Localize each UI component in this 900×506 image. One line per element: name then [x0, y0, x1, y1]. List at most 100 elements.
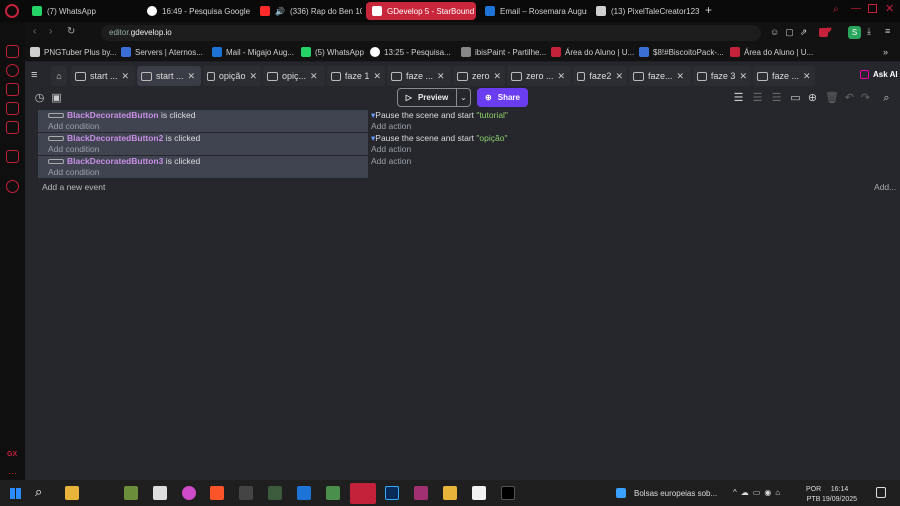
- heart-icon[interactable]: ♥: [826, 25, 832, 36]
- tab-scene[interactable]: faze... ✕: [629, 66, 691, 86]
- game-icon[interactable]: [153, 486, 167, 500]
- close-tab-icon[interactable]: ✕: [493, 71, 501, 82]
- document-icon[interactable]: [472, 486, 486, 500]
- gaming-icon[interactable]: [6, 45, 19, 58]
- close-tab-icon[interactable]: ✕: [122, 71, 130, 82]
- redo-icon[interactable]: ↷: [859, 92, 872, 105]
- action-line[interactable]: ▾Pause the scene and start "opição": [371, 133, 508, 144]
- instagram-icon[interactable]: [6, 102, 19, 115]
- event-row[interactable]: BlackDecoratedButton2 is clicked Add con…: [38, 133, 898, 155]
- actions-area[interactable]: ▾Pause the scene and start "tutorial" Ad…: [371, 110, 891, 132]
- windows-start-icon[interactable]: [10, 488, 21, 499]
- notification-icon[interactable]: [876, 487, 886, 498]
- close-tab-icon[interactable]: ✕: [188, 71, 196, 82]
- add-action-link[interactable]: Add action: [371, 121, 411, 131]
- tab-scene[interactable]: start ... ✕: [71, 66, 135, 86]
- hamburger-icon[interactable]: ≡: [31, 69, 37, 81]
- news-icon[interactable]: [616, 488, 626, 498]
- tab-scene[interactable]: zero ✕: [453, 66, 505, 86]
- close-tab-icon[interactable]: ✕: [558, 71, 566, 82]
- add-new-event-link[interactable]: Add a new event: [42, 182, 105, 192]
- twitch-icon[interactable]: [6, 150, 19, 163]
- tab-scene[interactable]: opiç... ✕: [263, 66, 325, 86]
- actions-area[interactable]: ▾Pause the scene and start "opição" Add …: [371, 133, 891, 155]
- more-bookmarks-icon[interactable]: »: [883, 47, 888, 57]
- opera-logo-icon[interactable]: [5, 4, 19, 18]
- profile-avatar[interactable]: S: [848, 26, 861, 39]
- photoshop-icon[interactable]: [385, 486, 399, 500]
- bookmark-item[interactable]: 13:25 - Pesquisa...: [370, 47, 456, 57]
- tab-scene[interactable]: zero ... ✕: [507, 66, 571, 86]
- new-tab-icon[interactable]: +: [705, 3, 712, 17]
- tab-scene[interactable]: faze2 ✕: [573, 66, 627, 86]
- tab-scene-active[interactable]: start ... ✕: [137, 66, 201, 86]
- add-action-link[interactable]: Add action: [371, 156, 411, 166]
- close-tab-icon[interactable]: ✕: [615, 71, 623, 82]
- comment-icon[interactable]: ▭: [789, 92, 802, 105]
- undo-icon[interactable]: ↶: [843, 92, 856, 105]
- close-tab-icon[interactable]: ✕: [677, 71, 685, 82]
- color-app-icon[interactable]: [182, 486, 196, 500]
- browser-tab-youtube[interactable]: 🔊 (336) Rap do Ben 10 |: [254, 2, 362, 20]
- minimize-icon[interactable]: —: [851, 3, 861, 14]
- reload-icon[interactable]: ↻: [67, 26, 75, 37]
- file-explorer-icon[interactable]: [65, 486, 79, 500]
- bookmark-item[interactable]: $8!#BiscoitoPack-...: [639, 47, 725, 57]
- close-window-icon[interactable]: ✕: [885, 2, 894, 15]
- more-icon[interactable]: ⋯: [8, 468, 17, 479]
- chat-icon[interactable]: [6, 83, 19, 96]
- bookmark-item[interactable]: (5) WhatsApp: [301, 47, 365, 57]
- event-row[interactable]: BlackDecoratedButton is clicked Add cond…: [38, 110, 898, 132]
- bookmark-item[interactable]: Área do Aluno | U...: [551, 47, 635, 57]
- tab-scene[interactable]: faze 1 ✕: [327, 66, 385, 86]
- delete-icon[interactable]: 🗑: [825, 92, 839, 105]
- bookmark-item[interactable]: ibisPaint - Partilhe...: [461, 47, 547, 57]
- close-tab-icon[interactable]: ✕: [310, 71, 318, 82]
- browser-tab-gdevelop[interactable]: GDevelop 5 - StarBound: [366, 2, 476, 20]
- speaker-icon[interactable]: 🔊: [275, 7, 285, 16]
- tab-scene[interactable]: opição ✕: [203, 66, 261, 86]
- browser-tab-email[interactable]: Email – Rosemara August: [479, 2, 587, 20]
- condition-line[interactable]: BlackDecoratedButton2 is clicked: [48, 133, 200, 143]
- browser-tab-google[interactable]: 16:49 - Pesquisa Google: [141, 2, 251, 20]
- add-condition-link[interactable]: Add condition: [48, 121, 100, 131]
- add-icon[interactable]: ⊕: [806, 92, 819, 105]
- add-subevent-icon[interactable]: ☰: [751, 92, 764, 105]
- bookmark-item[interactable]: Servers | Aternos...: [121, 47, 207, 57]
- maximize-icon[interactable]: [868, 4, 877, 13]
- mail-icon[interactable]: [6, 121, 19, 134]
- add-event-icon[interactable]: ☰: [732, 92, 745, 105]
- ask-ai-button[interactable]: Ask AI: [860, 70, 898, 79]
- clock[interactable]: 16:14 19/09/2025: [822, 485, 857, 505]
- ibispaint-icon[interactable]: [239, 486, 253, 500]
- refresh-icon[interactable]: [6, 64, 19, 77]
- search-tabs-icon[interactable]: ⌕: [833, 4, 839, 15]
- gx-icon[interactable]: GX: [7, 451, 17, 458]
- brave-icon[interactable]: [210, 486, 224, 500]
- opera-gx-icon[interactable]: [350, 483, 376, 504]
- system-tray-icons[interactable]: ^☁▭◉⌂: [733, 488, 784, 497]
- close-tab-icon[interactable]: ✕: [249, 71, 257, 82]
- conditions-area[interactable]: BlackDecoratedButton2 is clicked Add con…: [38, 133, 368, 155]
- action-line[interactable]: ▾Pause the scene and start "tutorial": [371, 110, 508, 121]
- close-tab-icon[interactable]: ✕: [373, 71, 381, 82]
- tab-scene[interactable]: faze 3 ✕: [693, 66, 751, 86]
- terminal-icon[interactable]: [501, 486, 515, 500]
- clock-icon[interactable]: [6, 180, 19, 193]
- browser-tab-pixeltale[interactable]: (13) PixelTaleCreator123: [590, 2, 700, 20]
- winrar-icon[interactable]: [414, 486, 428, 500]
- search-icon[interactable]: ⌕: [35, 484, 42, 500]
- add-condition-link[interactable]: Add condition: [48, 167, 100, 177]
- preview-dropdown-button[interactable]: ⌄: [457, 88, 471, 107]
- bookmark-item[interactable]: Mail - Migajo Aug...: [212, 47, 298, 57]
- url-field[interactable]: editor.gdevelop.io: [101, 25, 761, 41]
- save-icon[interactable]: ▣: [50, 92, 63, 105]
- download-icon[interactable]: ⤓: [867, 26, 871, 37]
- outlook-icon[interactable]: [297, 486, 311, 500]
- tab-scene[interactable]: faze ... ✕: [753, 66, 815, 86]
- tab-scene[interactable]: faze ... ✕: [387, 66, 451, 86]
- minecraft-launcher-icon[interactable]: [326, 486, 340, 500]
- history-icon[interactable]: ◷: [33, 92, 46, 105]
- close-tab-icon[interactable]: ✕: [803, 71, 811, 82]
- add-condition-link[interactable]: Add condition: [48, 144, 100, 154]
